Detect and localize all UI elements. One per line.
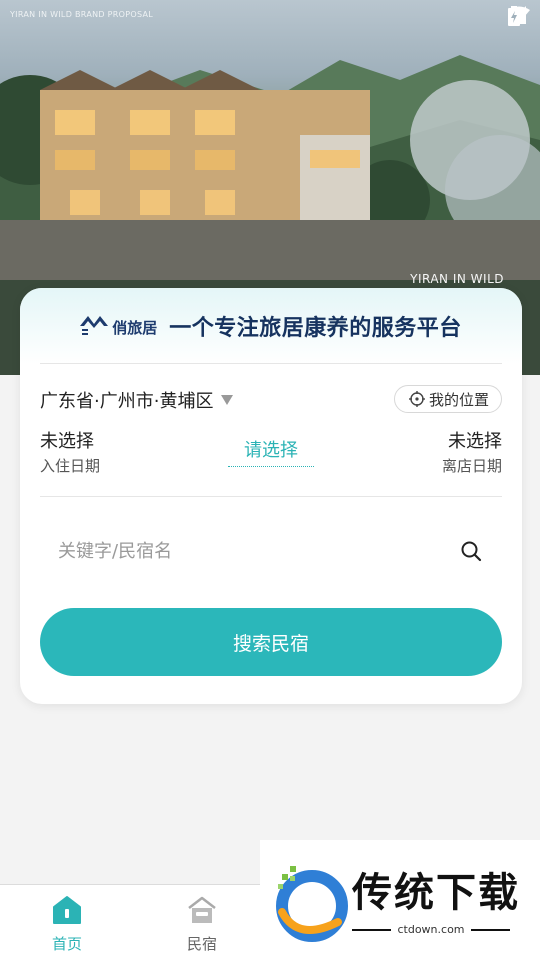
hero-caption-top: YIRAN IN WILD BRAND PROPOSAL [10,10,154,19]
slogan: 一个专注旅居康养的服务平台 [169,316,462,341]
checkin-label: 入住日期 [40,457,101,475]
date-select-prompt[interactable]: 请选择 [228,436,314,467]
house-icon [188,896,216,923]
crosshair-icon [408,391,425,407]
hero-caption-bottom: YIRAN IN WILD [410,272,504,286]
caret-down-icon [221,395,234,405]
search-icon[interactable] [460,540,482,566]
checkin-date[interactable]: 未选择 入住日期 [40,430,100,478]
my-location-button[interactable]: 我的位置 [393,385,502,413]
divider [40,496,502,497]
tab-homestay-label: 民宿 [186,935,217,953]
checkout-label: 离店日期 [441,457,502,475]
region-selector[interactable]: 广东省·广州市·黄埔区 [40,387,234,413]
tab-homestay[interactable]: 民宿 [172,895,232,954]
roof-logo-icon [80,316,109,335]
card-header: 俏旅居 一个专注旅居康养的服务平台 [20,288,522,364]
watermark-text: 传统下载 [352,870,520,916]
tab-home-label: 首页 [51,935,82,953]
brand-name: 俏旅居 [112,319,158,337]
watermark: 传统下载 ctdown.com [260,840,540,960]
divider [40,363,502,364]
checkin-value: 未选择 [40,431,94,452]
region-label: 广东省·广州市·黄埔区 [40,391,214,412]
tab-home[interactable]: 首页 [37,895,97,954]
checkout-date[interactable]: 未选择 离店日期 [442,430,502,478]
search-card: 俏旅居 一个专注旅居康养的服务平台 广东省·广州市·黄埔区 我的位置 未选择 入… [20,288,522,704]
watermark-logo [276,866,348,942]
my-location-label: 我的位置 [428,390,489,409]
checkout-value: 未选择 [448,431,502,452]
watermark-domain-text: ctdown.com [397,923,465,936]
status-bar [508,6,530,28]
home-icon [53,896,81,924]
search-homestay-button[interactable]: 搜索民宿 [40,608,502,676]
watermark-domain: ctdown.com [352,923,510,936]
search-input[interactable] [58,540,438,562]
brand-logo: 俏旅居 [80,314,157,338]
search-row [40,528,502,574]
